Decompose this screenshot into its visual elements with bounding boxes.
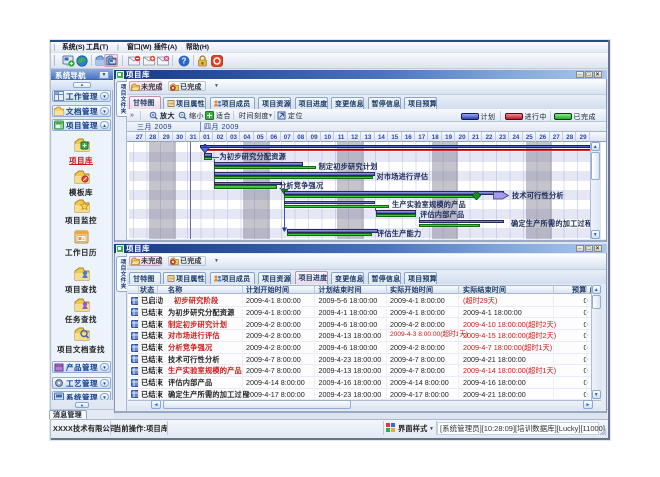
svg-text:?: ? bbox=[182, 57, 187, 66]
